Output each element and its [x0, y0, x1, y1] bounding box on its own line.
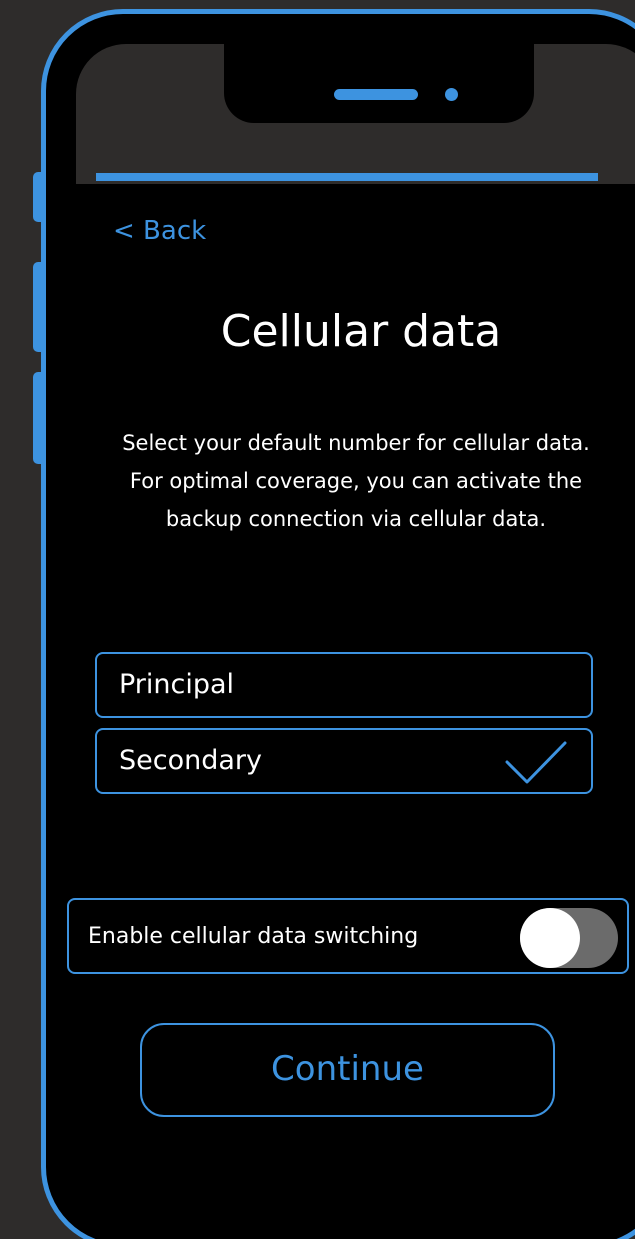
phone-frame: < Back Cellular data Select your default… — [41, 9, 635, 1239]
option-secondary[interactable]: Secondary — [95, 728, 593, 794]
screen-header — [76, 44, 635, 184]
continue-button[interactable]: Continue — [140, 1023, 555, 1117]
option-label: Principal — [119, 669, 235, 700]
camera-icon — [445, 88, 458, 101]
cellular-switching-row: Enable cellular data switching — [67, 898, 629, 974]
page-description: Select your default number for cellular … — [122, 431, 590, 531]
app-background: < Back Cellular data Select your default… — [0, 0, 635, 1239]
page-title: Cellular data — [220, 306, 502, 357]
status-bar — [96, 173, 598, 181]
speaker-icon — [334, 89, 418, 100]
switch-label: Enable cellular data switching — [88, 924, 419, 949]
notch — [224, 44, 534, 123]
option-label: Secondary — [119, 745, 262, 776]
check-icon — [505, 741, 567, 784]
option-principal[interactable]: Principal — [95, 652, 593, 718]
back-link[interactable]: < Back — [113, 216, 206, 246]
cellular-switching-toggle[interactable] — [520, 908, 618, 968]
toggle-knob — [520, 908, 580, 968]
